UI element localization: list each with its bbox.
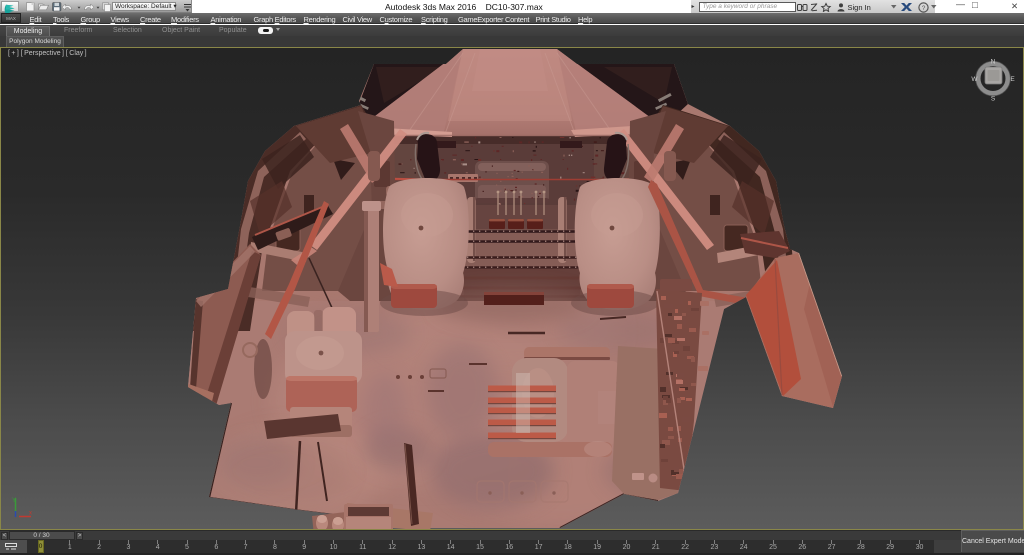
svg-text:N: N (991, 58, 996, 65)
svg-text:S: S (991, 95, 996, 102)
svg-text:x: x (29, 510, 32, 516)
svg-text:W: W (971, 76, 978, 83)
svg-text:?: ? (922, 5, 926, 12)
svg-text:Y: Y (12, 498, 16, 504)
svg-text:E: E (1010, 76, 1015, 83)
